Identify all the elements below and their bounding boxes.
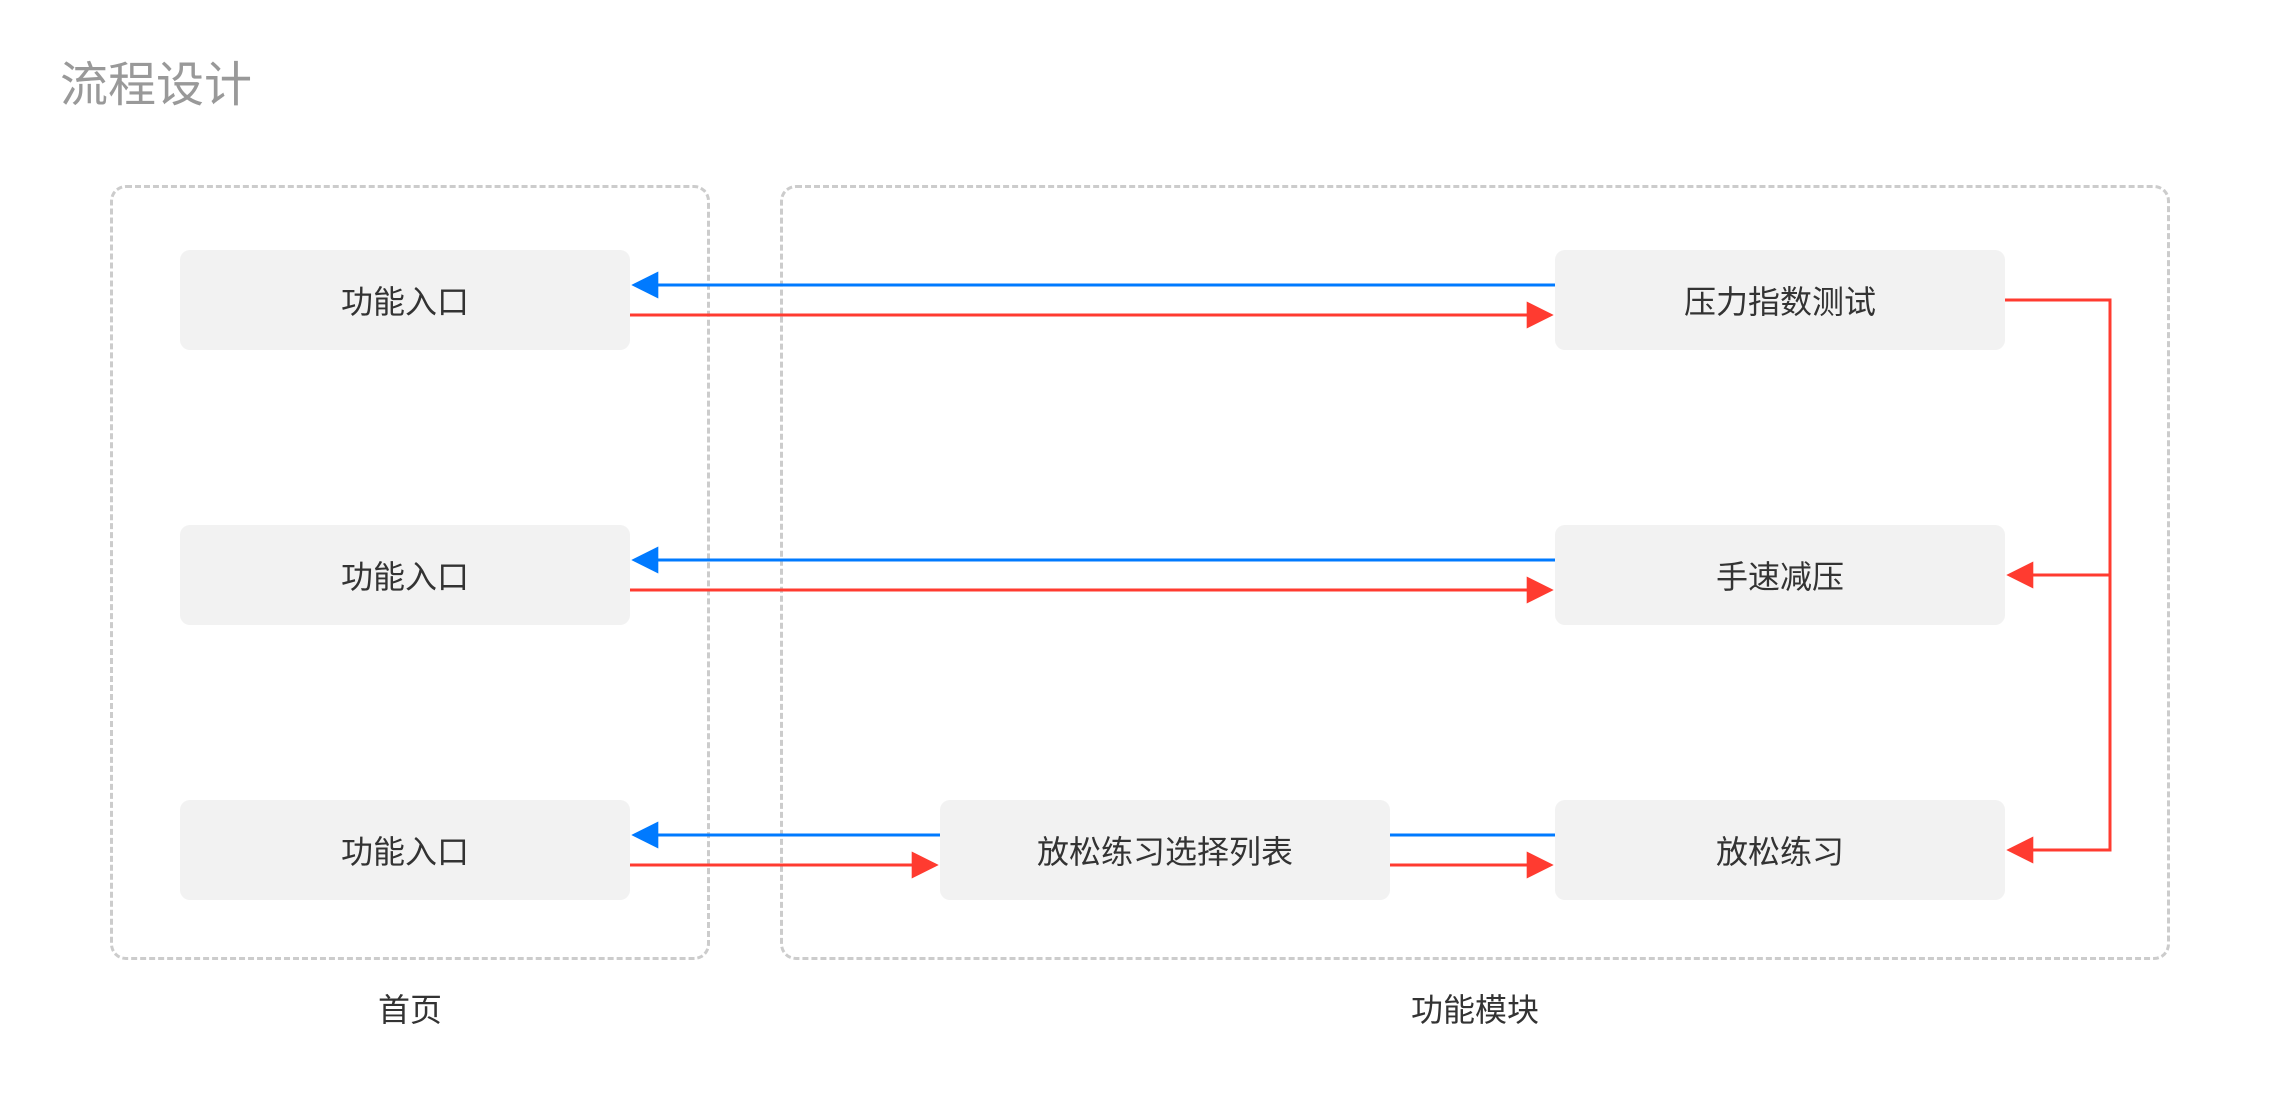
node-entry-2: 功能入口 <box>180 525 630 625</box>
node-relax-practice-label: 放松练习 <box>1716 827 1844 873</box>
node-entry-2-label: 功能入口 <box>341 552 469 598</box>
node-entry-3-label: 功能入口 <box>341 827 469 873</box>
page-title: 流程设计 <box>60 45 252 115</box>
node-entry-3: 功能入口 <box>180 800 630 900</box>
node-entry-1: 功能入口 <box>180 250 630 350</box>
node-relax-practice: 放松练习 <box>1555 800 2005 900</box>
node-hand-speed: 手速减压 <box>1555 525 2005 625</box>
node-entry-1-label: 功能入口 <box>341 277 469 323</box>
group-modules-label: 功能模块 <box>780 985 2170 1031</box>
node-stress-test: 压力指数测试 <box>1555 250 2005 350</box>
diagram-canvas: 流程设计 首页 功能模块 功能入口 功能入口 <box>0 0 2280 1110</box>
group-home-label: 首页 <box>110 985 710 1031</box>
node-hand-speed-label: 手速减压 <box>1716 552 1844 598</box>
node-relax-list: 放松练习选择列表 <box>940 800 1390 900</box>
node-relax-list-label: 放松练习选择列表 <box>1037 827 1293 873</box>
node-stress-test-label: 压力指数测试 <box>1684 277 1876 323</box>
